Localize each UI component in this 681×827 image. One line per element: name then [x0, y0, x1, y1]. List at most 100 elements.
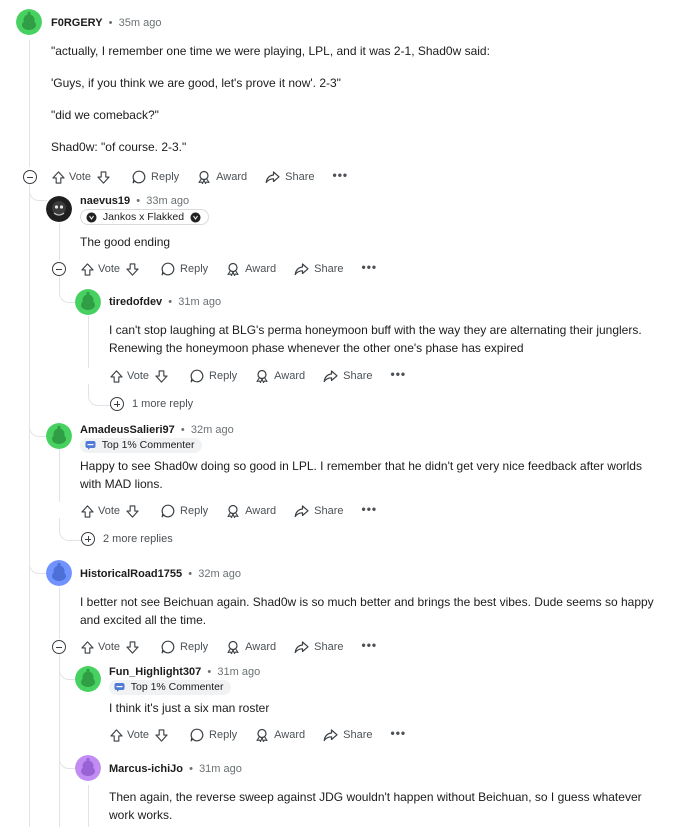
- award-button[interactable]: Award: [226, 640, 276, 654]
- share-button[interactable]: Share: [323, 369, 373, 383]
- avatar[interactable]: [46, 560, 72, 586]
- vote-label: Vote: [69, 171, 92, 183]
- avatar[interactable]: [75, 289, 101, 315]
- reply-label: Reply: [180, 641, 209, 653]
- comment-body: Then again, the reverse sweep against JD…: [109, 788, 669, 824]
- more-replies-label: 1 more reply: [132, 398, 194, 410]
- comment-meta: Fun_Highlight307 • 31m ago: [109, 665, 260, 679]
- upvote-arrow-icon[interactable]: [81, 640, 94, 654]
- more-replies-button[interactable]: 2 more replies: [81, 532, 173, 546]
- award-icon: [227, 262, 239, 276]
- more-options-button[interactable]: •••: [362, 639, 378, 651]
- separator-dot: •: [204, 666, 215, 678]
- avatar[interactable]: [16, 9, 42, 35]
- award-button[interactable]: Award: [226, 504, 276, 518]
- share-label: Share: [314, 641, 344, 653]
- thread-connector: [29, 548, 47, 574]
- username[interactable]: HistoricalRoad1755: [80, 568, 182, 580]
- separator-dot: •: [185, 568, 196, 580]
- comment-meta: AmadeusSalieri97 • 32m ago: [80, 423, 234, 437]
- more-options-button[interactable]: •••: [391, 368, 407, 380]
- vote-control: Vote: [110, 728, 172, 742]
- timestamp[interactable]: 32m ago: [191, 424, 234, 436]
- share-button[interactable]: Share: [294, 504, 344, 518]
- more-options-button[interactable]: •••: [362, 261, 378, 273]
- downvote-arrow-icon[interactable]: [126, 504, 139, 518]
- upvote-arrow-icon[interactable]: [81, 262, 94, 276]
- award-label: Award: [274, 729, 306, 741]
- more-replies-button[interactable]: 1 more reply: [110, 397, 193, 411]
- username[interactable]: Marcus-ichiJo: [109, 763, 183, 775]
- share-button[interactable]: Share: [294, 640, 344, 654]
- reply-button[interactable]: Reply: [190, 369, 237, 383]
- username[interactable]: naevus19: [80, 195, 130, 207]
- avatar[interactable]: [75, 755, 101, 781]
- more-options-button[interactable]: •••: [333, 169, 349, 181]
- collapse-thread-button[interactable]: [52, 262, 66, 276]
- username[interactable]: F0RGERY: [51, 17, 103, 29]
- timestamp[interactable]: 33m ago: [146, 195, 189, 207]
- downvote-arrow-icon[interactable]: [126, 262, 139, 276]
- share-button[interactable]: Share: [323, 728, 373, 742]
- comment-paragraph: I can't stop laughing at BLG's perma hon…: [109, 323, 642, 355]
- more-options-button[interactable]: •••: [362, 503, 378, 515]
- reply-button[interactable]: Reply: [161, 262, 208, 276]
- comment-body: I think it's just a six man roster: [109, 699, 661, 717]
- comment-paragraph: "did we comeback?": [51, 108, 159, 122]
- share-button[interactable]: Share: [265, 170, 315, 184]
- reply-button[interactable]: Reply: [190, 728, 237, 742]
- downvote-arrow-icon[interactable]: [126, 640, 139, 654]
- vote-control: Vote: [81, 640, 143, 654]
- vote-control: Vote: [110, 369, 172, 383]
- timestamp[interactable]: 32m ago: [198, 568, 241, 580]
- upvote-arrow-icon[interactable]: [110, 728, 123, 742]
- comment-paragraph: I think it's just a six man roster: [109, 701, 270, 715]
- timestamp[interactable]: 31m ago: [199, 763, 242, 775]
- downvote-arrow-icon[interactable]: [97, 170, 110, 184]
- upvote-arrow-icon[interactable]: [110, 369, 123, 383]
- award-button[interactable]: Award: [255, 728, 305, 742]
- collapse-thread-button[interactable]: [23, 170, 37, 184]
- share-button[interactable]: Share: [294, 262, 344, 276]
- award-button[interactable]: Award: [255, 369, 305, 383]
- snoo-avatar-icon: [46, 560, 72, 586]
- username[interactable]: AmadeusSalieri97: [80, 424, 175, 436]
- username[interactable]: Fun_Highlight307: [109, 666, 201, 678]
- comment-body: I can't stop laughing at BLG's perma hon…: [109, 321, 661, 357]
- collapse-thread-button[interactable]: [52, 640, 66, 654]
- downvote-arrow-icon[interactable]: [155, 369, 168, 383]
- flair-text: Top 1% Commenter: [130, 681, 224, 693]
- user-flair: Jankos x Flakked: [80, 209, 209, 225]
- downvote-arrow-icon[interactable]: [155, 728, 168, 742]
- share-arrow-icon: [323, 729, 338, 742]
- expand-plus-icon: [81, 532, 95, 546]
- more-options-button[interactable]: •••: [391, 727, 407, 739]
- avatar[interactable]: [75, 666, 101, 692]
- thread-line: [59, 449, 60, 502]
- reply-button[interactable]: Reply: [132, 170, 179, 184]
- reply-button[interactable]: Reply: [161, 504, 208, 518]
- comment-paragraph: "actually, I remember one time we were p…: [51, 44, 490, 58]
- reply-button[interactable]: Reply: [161, 640, 208, 654]
- username[interactable]: tiredofdev: [109, 296, 162, 308]
- timestamp[interactable]: 31m ago: [217, 666, 260, 678]
- award-button[interactable]: Award: [226, 262, 276, 276]
- comment-paragraph: Happy to see Shad0w doing so good in LPL…: [80, 459, 642, 491]
- team-logo-icon: [86, 212, 97, 223]
- upvote-arrow-icon[interactable]: [81, 504, 94, 518]
- award-button[interactable]: Award: [197, 170, 247, 184]
- reply-label: Reply: [151, 171, 180, 183]
- snoo-avatar-icon: [75, 666, 101, 692]
- share-arrow-icon: [265, 171, 280, 184]
- share-arrow-icon: [294, 505, 309, 518]
- reply-bubble-icon: [161, 640, 175, 654]
- avatar[interactable]: [46, 196, 72, 222]
- comment-paragraph: 'Guys, if you think we are good, let's p…: [51, 76, 341, 90]
- timestamp[interactable]: 35m ago: [119, 17, 162, 29]
- upvote-arrow-icon[interactable]: [52, 170, 65, 184]
- share-arrow-icon: [323, 370, 338, 383]
- thread-line: [59, 587, 60, 639]
- comment-body: "actually, I remember one time we were p…: [51, 42, 651, 156]
- avatar[interactable]: [46, 423, 72, 449]
- timestamp[interactable]: 31m ago: [178, 296, 221, 308]
